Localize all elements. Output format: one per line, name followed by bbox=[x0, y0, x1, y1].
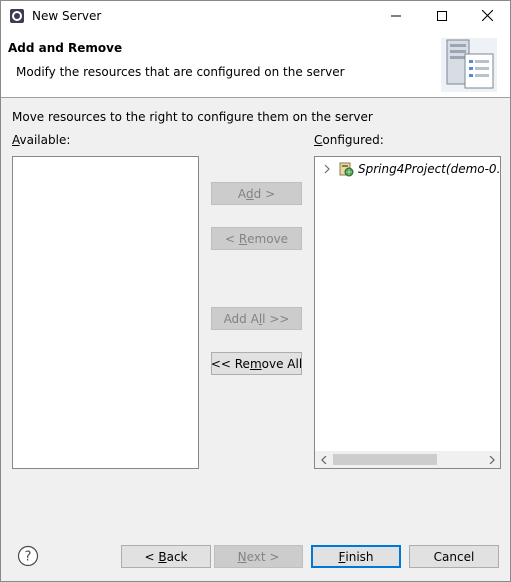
available-list[interactable] bbox=[12, 156, 199, 469]
minimize-button[interactable] bbox=[373, 1, 419, 32]
chevron-right-icon[interactable] bbox=[321, 163, 333, 175]
cancel-button[interactable]: Cancel bbox=[409, 545, 499, 568]
add-button[interactable]: Add > bbox=[211, 182, 302, 205]
wizard-banner: Add and Remove Modify the resources that… bbox=[1, 32, 510, 98]
next-button[interactable]: Next > bbox=[214, 545, 303, 568]
scrollbar-thumb[interactable] bbox=[333, 454, 437, 465]
help-button[interactable]: ? bbox=[17, 545, 39, 567]
remove-all-button[interactable]: << Re m ove All bbox=[211, 352, 302, 375]
close-button[interactable] bbox=[464, 1, 510, 32]
page-title: Add and Remove bbox=[8, 41, 123, 55]
configured-tree[interactable]: Spring4Project(demo-0.0. bbox=[314, 156, 501, 469]
available-label: Available: bbox=[12, 133, 71, 147]
finish-button[interactable]: Finish bbox=[311, 545, 401, 568]
maximize-icon bbox=[437, 10, 447, 24]
web-project-icon bbox=[338, 161, 354, 177]
window-title: New Server bbox=[32, 9, 102, 23]
configured-item-label: Spring4Project(demo-0.0. bbox=[358, 162, 501, 176]
scroll-left-icon[interactable] bbox=[315, 451, 332, 468]
configured-label: Configured: bbox=[314, 133, 384, 147]
minimize-icon bbox=[391, 10, 401, 24]
instruction-text: Move resources to the right to configure… bbox=[12, 110, 373, 124]
page-description: Modify the resources that are configured… bbox=[16, 65, 345, 79]
back-button[interactable]: < Back bbox=[121, 545, 211, 568]
help-icon: ? bbox=[17, 545, 39, 570]
add-all-button[interactable]: Add All >> bbox=[211, 307, 302, 330]
remove-button[interactable]: < Remove bbox=[211, 227, 302, 250]
close-icon bbox=[481, 9, 493, 24]
server-wizard-icon bbox=[441, 38, 497, 92]
horizontal-scrollbar[interactable] bbox=[315, 451, 500, 468]
scroll-right-icon[interactable] bbox=[483, 451, 500, 468]
tree-item[interactable]: Spring4Project(demo-0.0. bbox=[321, 160, 501, 178]
svg-text:?: ? bbox=[25, 550, 32, 565]
title-bar: New Server bbox=[1, 1, 510, 32]
eclipse-app-icon bbox=[9, 8, 25, 24]
new-server-dialog: New Server Add and Remove Modify the res… bbox=[0, 0, 511, 582]
maximize-button[interactable] bbox=[419, 1, 465, 32]
